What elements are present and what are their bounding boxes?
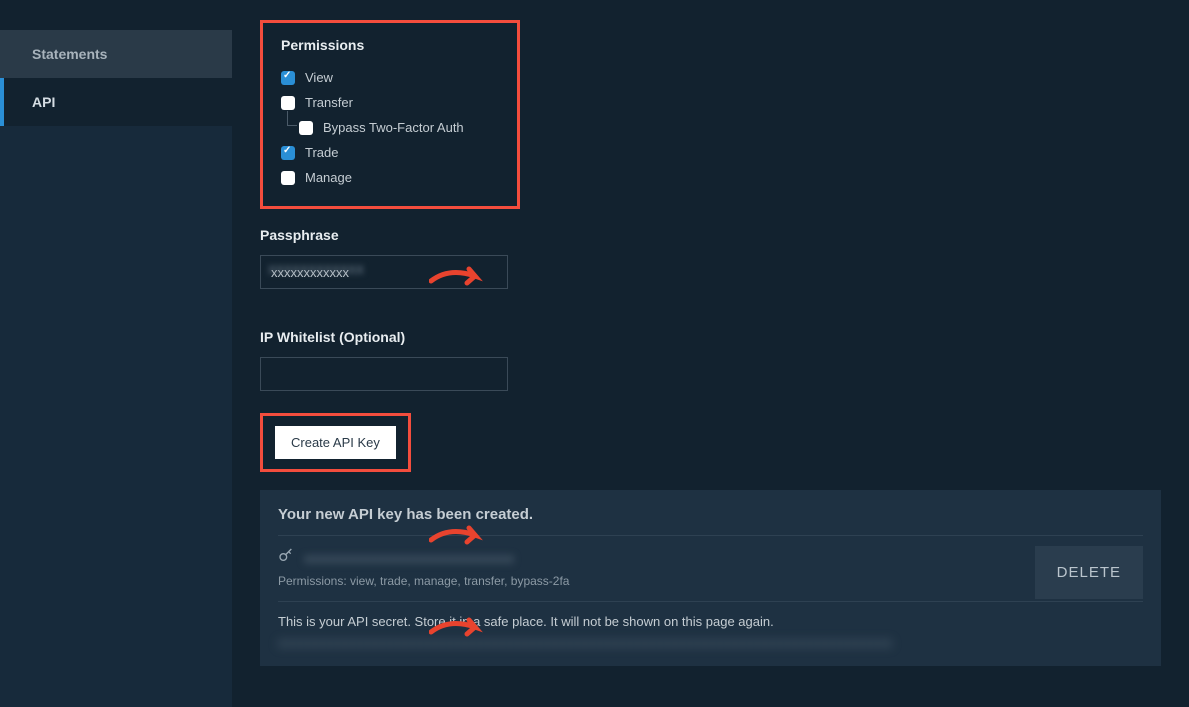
permission-bypass-label: Bypass Two-Factor Auth (323, 120, 464, 135)
sidebar-item-statements[interactable]: Statements (0, 30, 232, 78)
checkbox-bypass-2fa[interactable] (299, 121, 313, 135)
permission-view-label: View (305, 70, 333, 85)
permission-view-row[interactable]: View (281, 65, 499, 90)
checkbox-trade[interactable] (281, 146, 295, 160)
api-key-result-panel: Your new API key has been created. xxxxx… (260, 490, 1161, 666)
permissions-panel: Permissions View Transfer Bypass Two-Fac… (260, 20, 520, 209)
sidebar-item-api[interactable]: API (0, 78, 232, 126)
api-key-value: xxxxxxxxxxxxxxxxxxxxxxxxxxxxxx (304, 550, 514, 566)
sidebar-header-spacer (0, 0, 232, 30)
permission-manage-label: Manage (305, 170, 352, 185)
delete-api-key-button[interactable]: DELETE (1035, 546, 1143, 599)
permission-transfer-label: Transfer (305, 95, 353, 110)
api-key-row: xxxxxxxxxxxxxxxxxxxxxxxxxxxxxx Permissio… (278, 536, 1143, 602)
api-secret-message: This is your API secret. Store it in a s… (278, 614, 1143, 629)
permission-manage-row[interactable]: Manage (281, 165, 499, 190)
create-api-key-button[interactable]: Create API Key (275, 426, 396, 459)
ipwhitelist-input[interactable] (260, 357, 508, 391)
key-icon (278, 547, 294, 568)
passphrase-input[interactable] (260, 255, 508, 289)
permissions-title: Permissions (281, 37, 499, 53)
permission-trade-label: Trade (305, 145, 338, 160)
checkbox-manage[interactable] (281, 171, 295, 185)
ipwhitelist-group: IP Whitelist (Optional) (260, 329, 1161, 391)
create-button-highlight: Create API Key (260, 413, 411, 472)
permission-transfer-row[interactable]: Transfer (281, 90, 499, 115)
api-secret-row: This is your API secret. Store it in a s… (278, 602, 1143, 650)
passphrase-label: Passphrase (260, 227, 1161, 243)
checkbox-transfer[interactable] (281, 96, 295, 110)
permission-bypass-row[interactable]: Bypass Two-Factor Auth (281, 115, 499, 140)
ipwhitelist-label: IP Whitelist (Optional) (260, 329, 1161, 345)
api-key-permissions-line: Permissions: view, trade, manage, transf… (278, 574, 569, 588)
sidebar: Statements API (0, 0, 232, 707)
result-title: Your new API key has been created. (278, 506, 1143, 536)
permission-trade-row[interactable]: Trade (281, 140, 499, 165)
checkbox-view[interactable] (281, 71, 295, 85)
main-content: Permissions View Transfer Bypass Two-Fac… (232, 0, 1189, 707)
passphrase-group: Passphrase xxxxxxxxxxxx (260, 227, 1161, 307)
api-secret-value: xxxxxxxxxxxxxxxxxxxxxxxxxxxxxxxxxxxxxxxx… (278, 635, 1143, 650)
